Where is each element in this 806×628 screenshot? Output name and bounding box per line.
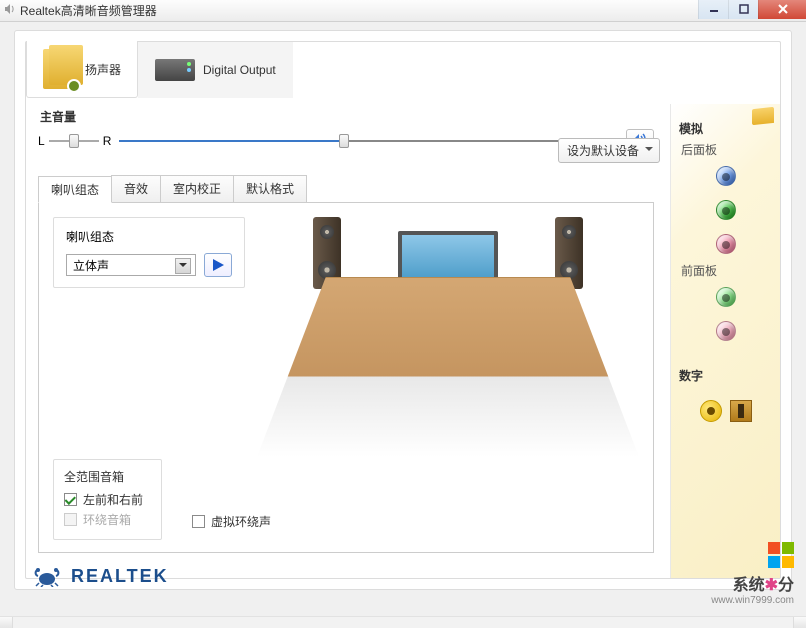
full-range-title: 全范围音箱	[64, 468, 143, 485]
horizontal-scrollbar[interactable]	[0, 616, 806, 628]
tab-speakers-label: 扬声器	[85, 61, 121, 78]
checkbox-surround	[64, 513, 77, 526]
balance-left-label: L	[38, 134, 45, 148]
balance-control[interactable]: L R	[38, 134, 111, 148]
stage-floor	[257, 277, 639, 457]
sub-tabs: 喇叭组态 音效 室内校正 默认格式	[38, 175, 654, 203]
speaker-config-label: 喇叭组态	[66, 228, 232, 245]
main-panel: 扬声器 Digital Output 主音量 L R	[14, 30, 792, 590]
volume-slider[interactable]	[119, 134, 618, 148]
default-check-icon	[67, 79, 81, 93]
window-title: Realtek高清晰音频管理器	[20, 2, 157, 19]
jack-front-green[interactable]	[716, 287, 736, 307]
left-content: 主音量 L R	[26, 104, 670, 578]
play-icon	[211, 258, 225, 272]
app-speaker-icon	[4, 3, 16, 18]
minimize-button[interactable]	[698, 0, 728, 19]
digital-section-label: 数字	[679, 367, 774, 384]
front-panel-label: 前面板	[681, 262, 774, 279]
watermark-text: 系统✱分	[711, 571, 794, 595]
window-controls	[698, 0, 806, 19]
speaker-config-select[interactable]: 立体声	[66, 254, 196, 276]
tab-default-format-label: 默认格式	[246, 182, 294, 196]
jack-rear-pink[interactable]	[716, 234, 736, 254]
checkbox-front-lr-row[interactable]: 左前和右前	[64, 491, 143, 508]
tab-speaker-config-label: 喇叭组态	[51, 183, 99, 197]
main-panel-inner: 扬声器 Digital Output 主音量 L R	[25, 41, 781, 579]
title-bar: Realtek高清晰音频管理器	[0, 0, 806, 22]
speaker-config-box: 喇叭组态 立体声	[53, 217, 245, 288]
tab-sound-effects-label: 音效	[124, 182, 148, 196]
speaker-config-panel: 喇叭组态 立体声	[38, 203, 654, 553]
digital-device-icon	[155, 59, 195, 81]
jack-digital-optical[interactable]	[730, 400, 752, 422]
folder-icon[interactable]	[752, 107, 774, 125]
realtek-brand-text: REALTEK	[71, 566, 169, 587]
watermark-url: www.win7999.com	[711, 595, 794, 606]
maximize-button[interactable]	[728, 0, 758, 19]
rear-panel-label: 后面板	[681, 141, 774, 158]
tab-room-correction[interactable]: 室内校正	[160, 175, 234, 202]
master-volume-section: 主音量 L R	[38, 108, 654, 153]
checkbox-virtual-surround-row[interactable]: 虚拟环绕声	[192, 513, 271, 530]
set-default-device-dropdown[interactable]: 设为默认设备	[558, 138, 660, 163]
checkbox-surround-label: 环绕音箱	[83, 511, 131, 528]
jack-front-pink[interactable]	[716, 321, 736, 341]
close-button[interactable]	[758, 0, 806, 19]
checkbox-virtual-surround-label: 虚拟环绕声	[211, 513, 271, 530]
tab-speaker-config[interactable]: 喇叭组态	[38, 176, 112, 203]
realtek-crab-icon	[33, 565, 61, 587]
speaker-config-value: 立体声	[73, 257, 109, 274]
tab-default-format[interactable]: 默认格式	[233, 175, 307, 202]
tab-digital-label: Digital Output	[203, 63, 276, 77]
master-volume-title: 主音量	[40, 108, 654, 125]
connector-panel: 模拟 后面板 前面板 数字	[670, 104, 780, 578]
watermark-text-a: 系统	[733, 577, 765, 594]
tab-sound-effects[interactable]: 音效	[111, 175, 161, 202]
speaker-stage	[257, 217, 639, 457]
tab-room-correction-label: 室内校正	[173, 182, 221, 196]
tab-speakers[interactable]: 扬声器	[26, 41, 138, 98]
device-tabs: 扬声器 Digital Output	[26, 42, 780, 98]
checkbox-front-lr[interactable]	[64, 493, 77, 506]
full-range-speakers-box: 全范围音箱 左前和右前 环绕音箱	[53, 459, 162, 540]
checkbox-virtual-surround[interactable]	[192, 515, 205, 528]
watermark-text-b: 分	[778, 577, 794, 594]
jack-rear-blue[interactable]	[716, 166, 736, 186]
jack-rear-green[interactable]	[716, 200, 736, 220]
test-play-button[interactable]	[204, 253, 232, 277]
set-default-device-label: 设为默认设备	[567, 144, 639, 158]
star-icon: ✱	[765, 577, 778, 594]
checkbox-surround-row: 环绕音箱	[64, 511, 143, 528]
watermark: 系统✱分 www.win7999.com	[711, 542, 794, 606]
jack-digital-coax[interactable]	[700, 400, 722, 422]
ms-logo-icon	[768, 542, 794, 568]
checkbox-front-lr-label: 左前和右前	[83, 491, 143, 508]
tab-digital-output[interactable]: Digital Output	[138, 42, 293, 98]
footer: REALTEK	[33, 565, 169, 587]
balance-right-label: R	[103, 134, 112, 148]
